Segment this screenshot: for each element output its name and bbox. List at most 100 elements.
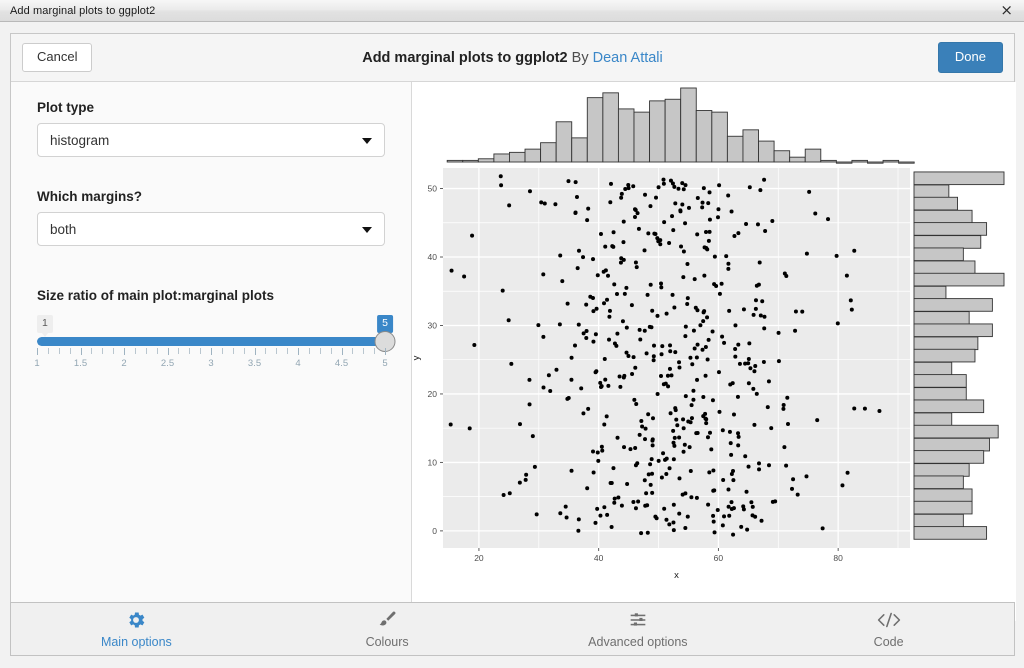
slider-tick-label: 1.5 [74,358,87,369]
slider-tick-minor [59,348,60,354]
slider-tick-minor [178,348,179,354]
slider-tick-minor [91,348,92,354]
plot-type-value: histogram [50,133,109,148]
size-ratio-control: Size ratio of main plot:marginal plots 1… [11,288,411,361]
spacer-1 [11,157,411,189]
slider-tick-minor [189,348,190,354]
window-title: Add marginal plots to ggplot2 [10,5,155,17]
page-title-by: By [568,50,593,66]
window-titlebar: Add marginal plots to ggplot2 × [0,0,1024,22]
bottom-navbar: Main options Colours Advanced options Code [10,602,1015,656]
svg-text:50: 50 [428,184,438,194]
chevron-down-icon [362,227,372,233]
chevron-down-icon [362,138,372,144]
svg-text:y: y [412,355,422,360]
slider-tick-minor [102,348,103,354]
gear-icon [125,609,147,631]
margins-value: both [50,222,76,237]
slider-tick-minor [157,348,158,354]
slider-tick-minor [352,348,353,354]
slider-tick-minor [70,348,71,354]
slider-fill [37,337,385,346]
slider-tick-minor [374,348,375,354]
svg-text:80: 80 [833,553,843,563]
nav-tab-code[interactable]: Code [763,603,1014,655]
slider-tick-minor [276,348,277,354]
slider-track[interactable] [37,337,385,346]
plot-type-select[interactable]: histogram [37,123,385,157]
sliders-icon [627,609,649,631]
size-ratio-slider[interactable]: 1 5 11.522.533.544.55 [37,315,385,361]
close-icon[interactable]: × [1000,3,1013,18]
slider-tick [385,348,386,355]
slider-tick-minor [200,348,201,354]
slider-tick-label: 4 [295,358,300,369]
slider-tick [37,348,38,355]
cancel-button[interactable]: Cancel [22,43,92,71]
slider-tick-minor [320,348,321,354]
svg-text:60: 60 [714,553,724,563]
slider-value-badge: 5 [377,315,393,333]
author-link[interactable]: Dean Attali [593,50,663,66]
gadget-dialog: Cancel Add marginal plots to ggplot2 By … [10,33,1015,622]
slider-tick [342,348,343,355]
paintbrush-icon [376,609,398,631]
slider-tick-minor [146,348,147,354]
slider-tick-minor [233,348,234,354]
svg-text:40: 40 [428,252,438,262]
slider-min-badge: 1 [37,315,53,333]
nav-tab-label: Code [874,635,904,649]
size-ratio-label: Size ratio of main plot:marginal plots [37,288,385,303]
slider-tick-minor [222,348,223,354]
y-marginal-histogram [914,172,1004,539]
svg-text:20: 20 [474,553,484,563]
slider-tick-minor [331,348,332,354]
slider-tick [211,348,212,355]
slider-tick [255,348,256,355]
slider-tick-label: 3.5 [248,358,261,369]
svg-text:40: 40 [594,553,604,563]
slider-tick [298,348,299,355]
nav-tab-advanced-options[interactable]: Advanced options [513,603,764,655]
svg-text:20: 20 [428,389,438,399]
slider-tick-label: 4.5 [335,358,348,369]
slider-tick-minor [309,348,310,354]
nav-tab-label: Colours [366,635,409,649]
slider-tick-label: 2.5 [161,358,174,369]
svg-text:10: 10 [428,457,438,467]
done-button[interactable]: Done [938,42,1003,72]
slider-tick-minor [265,348,266,354]
slider-tick [124,348,125,355]
plot-type-control: Plot type histogram [11,100,411,157]
svg-text:x: x [674,570,679,581]
slider-ticks: 1 1.5 2 2.5 3 3.5 4 4.5 5 [37,348,385,370]
slider-tick-label: 1 [34,358,39,369]
margins-label: Which margins? [37,189,385,204]
dialog-body: Plot type histogram Which margins? both … [11,82,1014,621]
slider-tick-label: 3 [208,358,213,369]
slider-tick-minor [363,348,364,354]
slider-tick-minor [48,348,49,354]
ggplot-marginal-scatter: 0 10 20 30 40 50 20 40 60 80 x y [412,82,1016,622]
slider-tick-label: 5 [382,358,387,369]
slider-tick-label: 2 [121,358,126,369]
slider-tick-minor [113,348,114,354]
plot-preview: 0 10 20 30 40 50 20 40 60 80 x y [412,82,1016,621]
nav-tab-label: Advanced options [588,635,687,649]
slider-tick-minor [135,348,136,354]
x-marginal-histogram [447,88,914,163]
margins-select[interactable]: both [37,212,385,246]
nav-tab-label: Main options [101,635,172,649]
options-sidebar: Plot type histogram Which margins? both … [11,82,412,621]
dialog-header: Cancel Add marginal plots to ggplot2 By … [11,34,1014,82]
slider-tick [168,348,169,355]
slider-tick-minor [244,348,245,354]
nav-tab-main-options[interactable]: Main options [11,603,262,655]
spacer-2 [11,246,411,288]
plot-type-label: Plot type [37,100,385,115]
page-title: Add marginal plots to ggplot2 By Dean At… [11,50,1014,66]
svg-text:30: 30 [428,320,438,330]
nav-tab-colours[interactable]: Colours [262,603,513,655]
code-icon [876,609,902,631]
svg-text:0: 0 [432,526,437,536]
